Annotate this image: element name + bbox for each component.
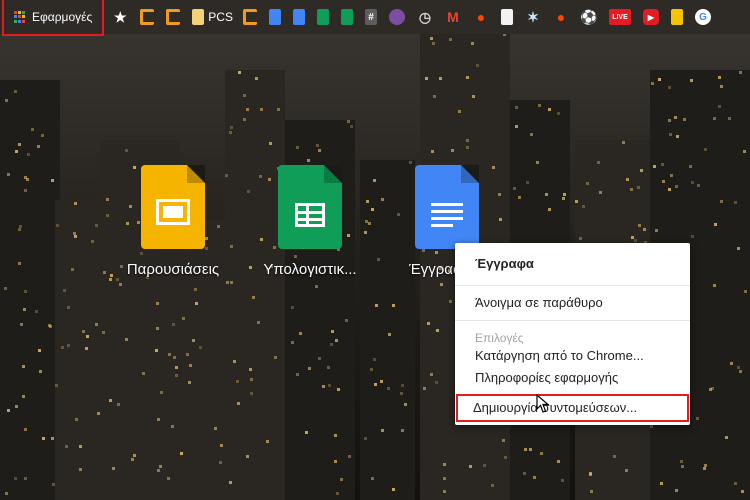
docs-icon[interactable] [268, 9, 281, 25]
bracket-icon[interactable] [242, 9, 257, 25]
apps-button-label: Εφαρμογές [32, 10, 93, 24]
app-docs[interactable]: Έγγραφα [377, 165, 479, 278]
app-slides[interactable]: Παρουσιάσεις [103, 165, 243, 278]
menu-item-app-info[interactable]: Πληροφορίες εφαρμογής [455, 367, 690, 389]
apps-grid-icon [14, 11, 26, 23]
bracket-icon[interactable] [166, 9, 181, 25]
bookmark-pcs[interactable]: PCS [208, 10, 233, 24]
runner-icon[interactable]: ✶ [525, 9, 541, 25]
docs-icon[interactable] [292, 9, 305, 25]
app-sheets[interactable]: Υπολογιστικ... [240, 165, 380, 278]
soccer-ball-icon[interactable]: ⚽ [580, 9, 597, 25]
gmail-icon[interactable]: M [445, 9, 461, 25]
sheets-icon[interactable] [316, 9, 329, 25]
menu-title: Έγγραφα [475, 256, 534, 271]
slides-icon [141, 165, 205, 249]
menu-separator [455, 285, 690, 286]
reddit-icon[interactable]: ● [553, 9, 569, 25]
bracket-icon[interactable] [140, 9, 155, 25]
live-icon[interactable]: LIVE [608, 9, 631, 25]
menu-separator [455, 320, 690, 321]
menu-item-remove-from-chrome[interactable]: Κατάργηση από το Chrome... [455, 345, 690, 367]
folder-icon[interactable] [192, 9, 205, 25]
bookmarks-bar: Εφαρμογές ★ PCS # ◷ M ● ✶ ● ⚽ LIVE ▶ G [0, 0, 750, 36]
menu-item-open-in-window[interactable]: Άνοιγμα σε παράθυρο [455, 292, 690, 314]
context-menu: Έγγραφα Άνοιγμα σε παράθυρο Επιλογές Κατ… [455, 243, 690, 425]
app-name: Έγγραφα [409, 261, 457, 278]
sheets-icon [278, 165, 342, 249]
apps-button[interactable]: Εφαρμογές [1, 0, 105, 36]
hash-icon[interactable]: # [364, 9, 377, 25]
sheets-icon[interactable] [340, 9, 353, 25]
menu-item-create-shortcuts[interactable]: Δημιουργία συντομεύσεων... [456, 394, 689, 422]
app-name: Παρουσιάσεις [126, 261, 220, 278]
app-name: Υπολογιστικ... [263, 261, 357, 278]
extension-icon[interactable] [388, 9, 405, 25]
youtube-icon[interactable]: ▶ [642, 9, 659, 25]
lightbulb-icon[interactable] [670, 9, 683, 25]
star-icon[interactable]: ★ [112, 9, 128, 25]
document-icon[interactable] [500, 9, 513, 25]
google-icon[interactable]: G [694, 9, 711, 25]
reddit-icon[interactable]: ● [473, 9, 489, 25]
mouse-cursor-icon [536, 394, 550, 413]
docs-icon [415, 165, 479, 249]
history-icon[interactable]: ◷ [417, 9, 433, 25]
